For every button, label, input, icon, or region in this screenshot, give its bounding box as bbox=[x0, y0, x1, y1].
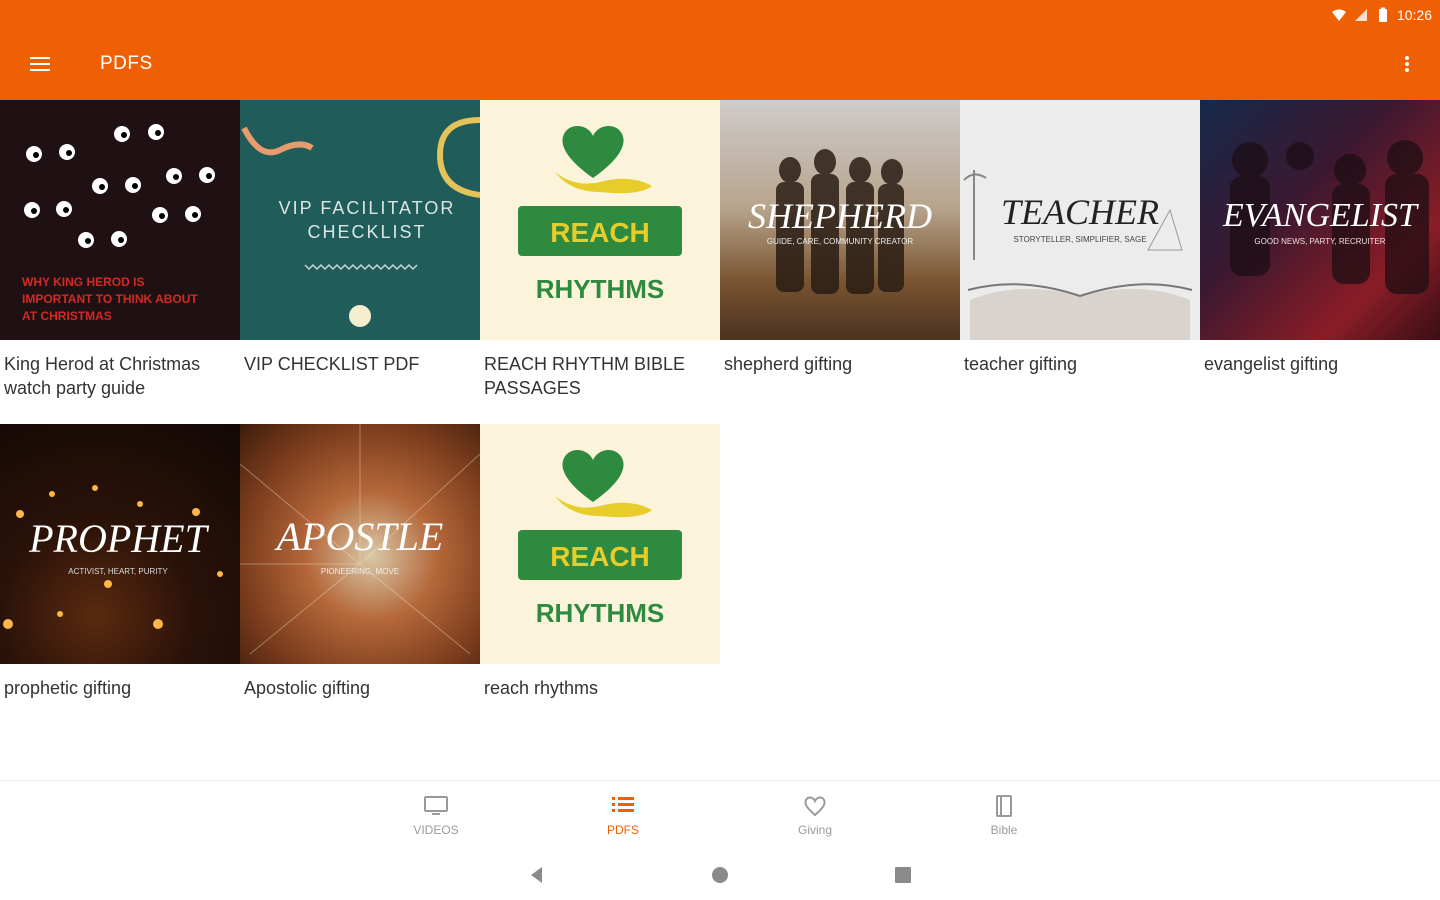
pdf-thumbnail: WHY KING HEROD IS IMPORTANT TO THINK ABO… bbox=[0, 100, 240, 340]
pdf-tile-evangelist[interactable]: EVANGELIST GOOD NEWS, PARTY, RECRUITER e… bbox=[1200, 100, 1440, 376]
shepherd-artwork: SHEPHERD GUIDE, CARE, COMMUNITY CREATOR bbox=[748, 149, 932, 294]
pdf-title: Apostolic gifting bbox=[244, 678, 371, 698]
nav-bible[interactable]: Bible bbox=[954, 793, 1054, 837]
teacher-artwork: TEACHER STORYTELLER, SIMPLIFIER, SAGE bbox=[963, 170, 1193, 340]
pdf-title: teacher gifting bbox=[964, 354, 1078, 374]
svg-text:SHEPHERD: SHEPHERD bbox=[748, 196, 932, 236]
svg-text:WHY KING HEROD IS: WHY KING HEROD IS bbox=[22, 275, 144, 289]
pdf-tile-prophet[interactable]: PROPHET ACTIVIST, HEART, PURITY propheti… bbox=[0, 424, 240, 700]
wifi-icon bbox=[1331, 9, 1346, 21]
svg-text:ACTIVIST, HEART, PURITY: ACTIVIST, HEART, PURITY bbox=[68, 567, 168, 576]
pdf-title: REACH RHYTHM BIBLE PASSAGES bbox=[484, 354, 686, 398]
svg-text:CHECKLIST: CHECKLIST bbox=[307, 222, 426, 242]
signal-icon bbox=[1354, 9, 1367, 21]
status-time: 10:26 bbox=[1396, 7, 1432, 23]
pdf-tile-apostle[interactable]: APOSTLE PIONEERING, MOVE Apostolic gifti… bbox=[240, 424, 480, 700]
pdf-title: reach rhythms bbox=[484, 678, 599, 698]
reach-rhythms-artwork: REACH RHYTHMS bbox=[518, 449, 682, 628]
svg-text:PIONEERING, MOVE: PIONEERING, MOVE bbox=[321, 567, 399, 576]
nav-label: VIDEOS bbox=[413, 823, 459, 837]
back-icon[interactable] bbox=[524, 862, 550, 888]
pdf-tile-reach-rhythm-passages[interactable]: REACH RHYTHMS REACH RHYTHM BIBLE PASSAGE… bbox=[480, 100, 720, 400]
svg-text:REACH: REACH bbox=[550, 217, 650, 248]
pdf-thumbnail: APOSTLE PIONEERING, MOVE bbox=[240, 424, 480, 664]
page-title: PDFS bbox=[100, 53, 153, 74]
pdf-title: evangelist gifting bbox=[1204, 354, 1339, 374]
pdf-thumbnail: SHEPHERD GUIDE, CARE, COMMUNITY CREATOR bbox=[720, 100, 960, 340]
svg-text:RHYTHMS: RHYTHMS bbox=[536, 598, 665, 628]
book-icon bbox=[996, 795, 1012, 817]
prophet-artwork: PROPHET ACTIVIST, HEART, PURITY bbox=[3, 485, 223, 629]
heart-icon bbox=[562, 125, 624, 178]
recents-icon[interactable] bbox=[890, 862, 916, 888]
pdf-thumbnail: PROPHET ACTIVIST, HEART, PURITY bbox=[0, 424, 240, 664]
pdf-title: prophetic gifting bbox=[4, 678, 132, 698]
svg-text:TEACHER: TEACHER bbox=[1001, 192, 1159, 232]
evangelist-artwork: EVANGELIST GOOD NEWS, PARTY, RECRUITER bbox=[1222, 140, 1429, 294]
bottom-navigation: VIDEOS PDFS Giving Bible bbox=[0, 780, 1440, 850]
pdf-thumbnail: REACH RHYTHMS bbox=[480, 424, 720, 664]
pdf-title: King Herod at Christmas watch party guid… bbox=[4, 354, 201, 398]
svg-text:REACH: REACH bbox=[550, 541, 650, 572]
heart-icon bbox=[562, 449, 624, 502]
hamburger-menu-icon[interactable] bbox=[28, 52, 52, 76]
pdf-tile-vip-checklist[interactable]: VIP FACILITATOR CHECKLIST VIP CHECKLIST … bbox=[240, 100, 480, 376]
pdf-thumbnail: TEACHER STORYTELLER, SIMPLIFIER, SAGE bbox=[960, 100, 1200, 340]
list-icon bbox=[612, 797, 634, 812]
nav-label: Bible bbox=[990, 823, 1018, 837]
pdf-tile-king-herod[interactable]: WHY KING HEROD IS IMPORTANT TO THINK ABO… bbox=[0, 100, 240, 400]
pdf-title: VIP CHECKLIST PDF bbox=[244, 354, 420, 374]
nav-pdfs[interactable]: PDFS bbox=[573, 793, 673, 837]
pdf-thumbnail: VIP FACILITATOR CHECKLIST bbox=[240, 100, 480, 340]
svg-text:APOSTLE: APOSTLE bbox=[274, 514, 444, 559]
pdf-tile-reach-rhythms[interactable]: REACH RHYTHMS reach rhythms bbox=[480, 424, 720, 700]
pdf-tile-teacher[interactable]: TEACHER STORYTELLER, SIMPLIFIER, SAGE te… bbox=[960, 100, 1200, 376]
svg-text:IMPORTANT TO THINK ABOUT: IMPORTANT TO THINK ABOUT bbox=[22, 292, 198, 306]
pdf-title: shepherd gifting bbox=[724, 354, 853, 374]
svg-text:PROPHET: PROPHET bbox=[28, 516, 210, 561]
dots-artwork: WHY KING HEROD IS IMPORTANT TO THINK ABO… bbox=[22, 124, 215, 323]
nav-videos[interactable]: VIDEOS bbox=[386, 793, 486, 837]
heart-icon bbox=[804, 796, 826, 817]
svg-text:VIP FACILITATOR: VIP FACILITATOR bbox=[279, 198, 456, 218]
svg-text:GUIDE, CARE, COMMUNITY CREATOR: GUIDE, CARE, COMMUNITY CREATOR bbox=[767, 237, 913, 246]
status-bar: 10:26 bbox=[1331, 4, 1432, 26]
svg-text:GOOD NEWS, PARTY, RECRUITER: GOOD NEWS, PARTY, RECRUITER bbox=[1254, 237, 1385, 246]
system-navigation-bar bbox=[0, 850, 1440, 900]
pdf-thumbnail: EVANGELIST GOOD NEWS, PARTY, RECRUITER bbox=[1200, 100, 1440, 340]
nav-label: PDFS bbox=[606, 823, 639, 837]
more-vert-icon[interactable] bbox=[1398, 52, 1416, 76]
nav-label: Giving bbox=[797, 823, 832, 837]
svg-text:RHYTHMS: RHYTHMS bbox=[536, 274, 665, 304]
battery-icon bbox=[1378, 7, 1387, 22]
nav-giving[interactable]: Giving bbox=[765, 793, 865, 837]
svg-text:AT CHRISTMAS: AT CHRISTMAS bbox=[22, 309, 112, 323]
pdf-tile-shepherd[interactable]: SHEPHERD GUIDE, CARE, COMMUNITY CREATOR … bbox=[720, 100, 960, 376]
apostle-artwork: APOSTLE PIONEERING, MOVE bbox=[240, 424, 480, 655]
pdf-thumbnail: REACH RHYTHMS bbox=[480, 100, 720, 340]
svg-text:STORYTELLER, SIMPLIFIER, SAGE: STORYTELLER, SIMPLIFIER, SAGE bbox=[1013, 235, 1146, 244]
home-icon[interactable] bbox=[707, 862, 733, 888]
monitor-icon bbox=[424, 796, 448, 815]
reach-rhythms-artwork: REACH RHYTHMS bbox=[518, 125, 682, 304]
vip-artwork: VIP FACILITATOR CHECKLIST bbox=[241, 117, 480, 327]
app-bar: 10:26 PDFS bbox=[0, 0, 1440, 100]
svg-text:EVANGELIST: EVANGELIST bbox=[1222, 197, 1419, 234]
